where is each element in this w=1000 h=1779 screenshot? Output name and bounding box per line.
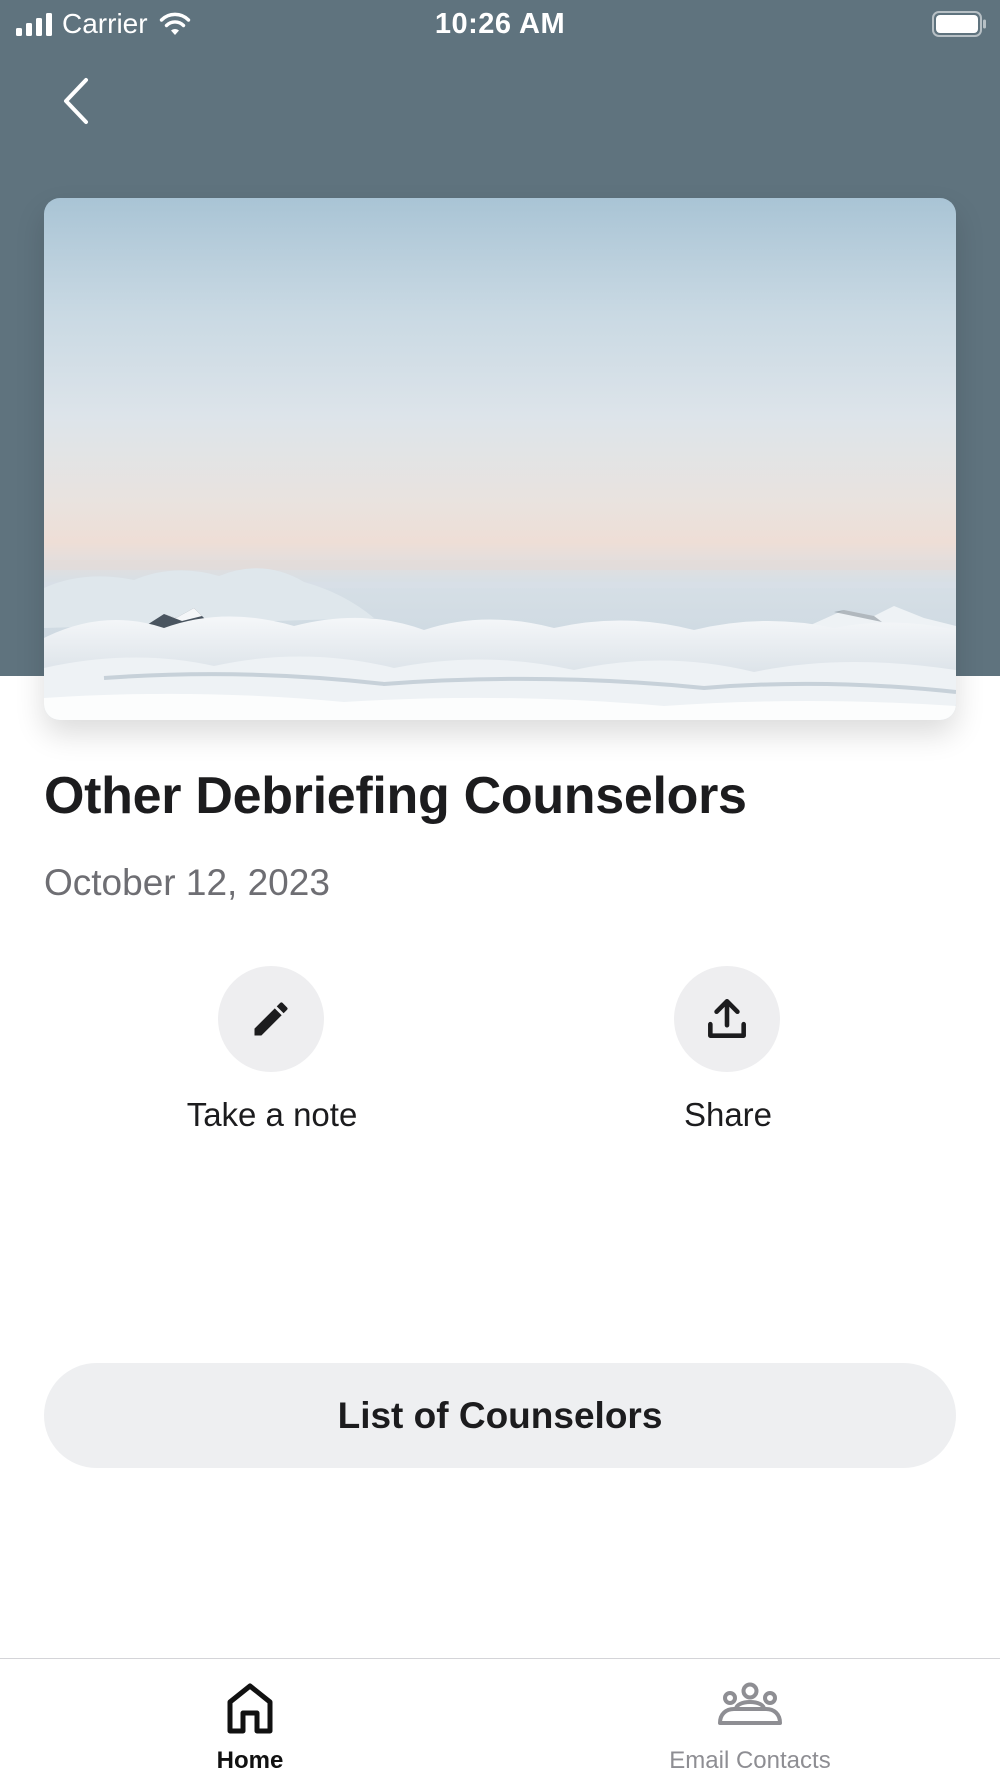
take-note-button[interactable]: Take a note <box>122 966 422 1146</box>
hero-image <box>44 198 956 720</box>
take-note-label: Take a note <box>186 1096 358 1133</box>
tab-home[interactable]: Home <box>0 1659 500 1779</box>
share-icon-circle <box>674 966 780 1072</box>
chevron-left-icon <box>64 78 88 124</box>
home-icon <box>227 1683 273 1734</box>
tab-bar: Home Email Contacts <box>0 1658 1000 1779</box>
status-time: 10:26 AM <box>434 8 566 40</box>
page-title: Other Debriefing Counselors <box>44 767 747 825</box>
tab-home-label: Home <box>216 1747 284 1774</box>
share-upload-icon <box>708 999 746 1038</box>
take-note-icon-circle <box>218 966 324 1072</box>
tab-email-contacts[interactable]: Email Contacts <box>500 1659 1000 1779</box>
status-bar: Carrier 10:26 AM <box>0 0 1000 50</box>
page-date: October 12, 2023 <box>44 862 330 903</box>
list-of-counselors-button[interactable]: List of Counselors <box>44 1363 956 1468</box>
share-button[interactable]: Share <box>578 966 878 1146</box>
group-icon <box>718 1682 782 1725</box>
pencil-icon <box>254 1002 288 1036</box>
clouds-landscape-illustration <box>44 560 956 720</box>
back-button[interactable] <box>48 66 108 136</box>
share-label: Share <box>683 1096 773 1133</box>
tab-email-contacts-label: Email Contacts <box>669 1747 831 1774</box>
battery-icon <box>932 11 986 37</box>
